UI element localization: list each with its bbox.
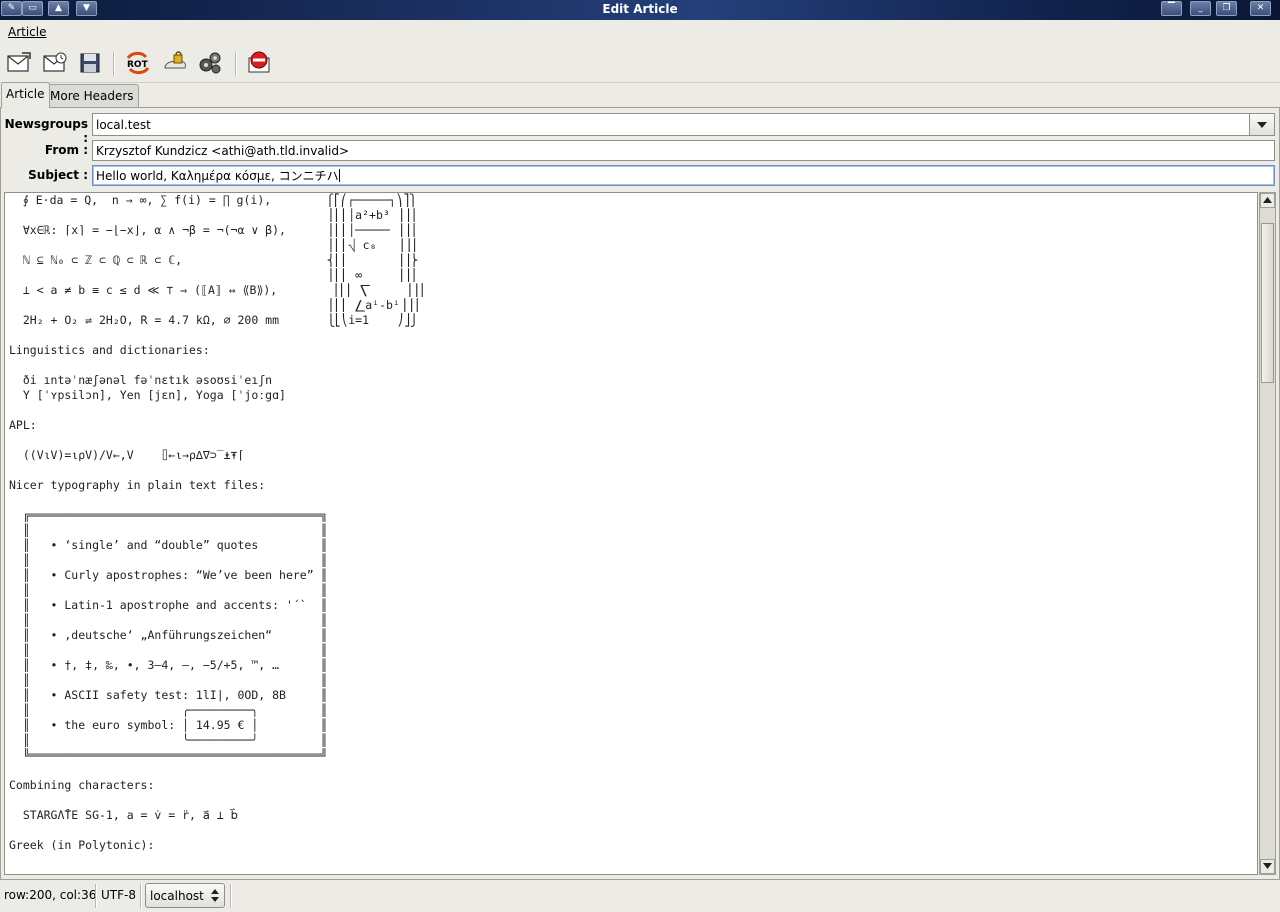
tab-article[interactable]: Article — [1, 82, 50, 108]
rot13-icon: ROT — [126, 51, 150, 75]
newsgroups-dropdown-button[interactable] — [1249, 113, 1275, 136]
server-select-value: localhost — [150, 889, 204, 903]
scroll-down-button[interactable] — [1260, 859, 1275, 874]
send-mail-button[interactable] — [4, 48, 34, 78]
sign-icon — [164, 51, 186, 69]
server-select[interactable]: localhost — [145, 883, 225, 908]
send-later-icon — [43, 52, 67, 72]
arrow-up-icon — [1263, 197, 1272, 203]
scroll-up-button[interactable] — [1260, 193, 1275, 208]
from-label: From : — [44, 143, 88, 157]
toolbar-separator — [235, 52, 237, 76]
tab-more-headers[interactable]: More Headers — [45, 84, 139, 107]
save-button[interactable] — [75, 48, 105, 78]
toolbar-separator — [113, 52, 115, 76]
svg-text:ROT: ROT — [127, 60, 149, 70]
text-cursor — [338, 169, 340, 182]
sign-button[interactable] — [160, 48, 190, 78]
window-minimize-button[interactable]: _ — [1190, 1, 1211, 16]
article-body-text: ∮ E⋅da = Q, n → ∞, ∑ f(i) = ∏ g(i), ⎧⎡⎛┌… — [9, 193, 426, 852]
chevron-down-icon — [1257, 121, 1267, 128]
statusbar: row:200, col:36 UTF-8 localhost — [0, 880, 1280, 912]
menu-article-label: Article — [8, 25, 47, 39]
statusbar-separator — [95, 884, 97, 908]
send-later-button[interactable] — [40, 48, 70, 78]
tab-bar: Article More Headers — [0, 82, 1280, 108]
editor-vertical-scrollbar[interactable] — [1259, 192, 1276, 875]
send-mail-icon — [7, 52, 31, 72]
cursor-position: row:200, col:36 — [4, 888, 97, 902]
subject-input-text: Hello world, Καλημέρα κόσμε, コンニチハ — [96, 169, 339, 183]
tab-article-label: Article — [6, 87, 45, 101]
newsgroups-label: Newsgroups : — [4, 117, 88, 145]
cancel-button[interactable] — [244, 48, 274, 78]
newsgroups-input[interactable]: local.test — [92, 113, 1250, 136]
window-extra-button[interactable]: ▔ — [1161, 1, 1182, 16]
subject-input[interactable]: Hello world, Καλημέρα κόσμε, コンニチハ — [92, 165, 1275, 186]
arrow-down-icon — [1263, 863, 1272, 869]
cancel-icon — [248, 51, 270, 73]
subject-label: Subject : — [28, 168, 88, 182]
article-body-editor[interactable]: ∮ E⋅da = Q, n → ∞, ∑ f(i) = ∏ g(i), ⎧⎡⎛┌… — [4, 192, 1258, 875]
updown-chevron-icon — [211, 889, 219, 902]
statusbar-separator — [140, 884, 142, 908]
tab-more-headers-label: More Headers — [50, 89, 134, 103]
save-icon — [80, 53, 100, 73]
window-title: Edit Article — [602, 2, 678, 16]
window-maximize-button[interactable]: ❐ — [1216, 1, 1237, 16]
encoding-label: UTF-8 — [101, 888, 136, 902]
settings-button[interactable] — [195, 48, 225, 78]
menubar: Article — [0, 20, 1280, 44]
window-titlebar: ✎ ▭ ▲ ▼ Edit Article ▔ _ ❐ ✕ — [0, 0, 1280, 20]
window-close-button[interactable]: ✕ — [1250, 1, 1271, 16]
scrollbar-thumb[interactable] — [1261, 223, 1274, 383]
toolbar: ROT — [0, 44, 1280, 83]
menu-article[interactable]: Article — [8, 25, 47, 39]
from-input[interactable]: Krzysztof Kundzicz <athi@ath.tld.invalid… — [92, 140, 1275, 161]
settings-icon — [199, 52, 221, 74]
statusbar-separator — [230, 884, 232, 908]
rot13-button[interactable]: ROT — [123, 48, 153, 78]
